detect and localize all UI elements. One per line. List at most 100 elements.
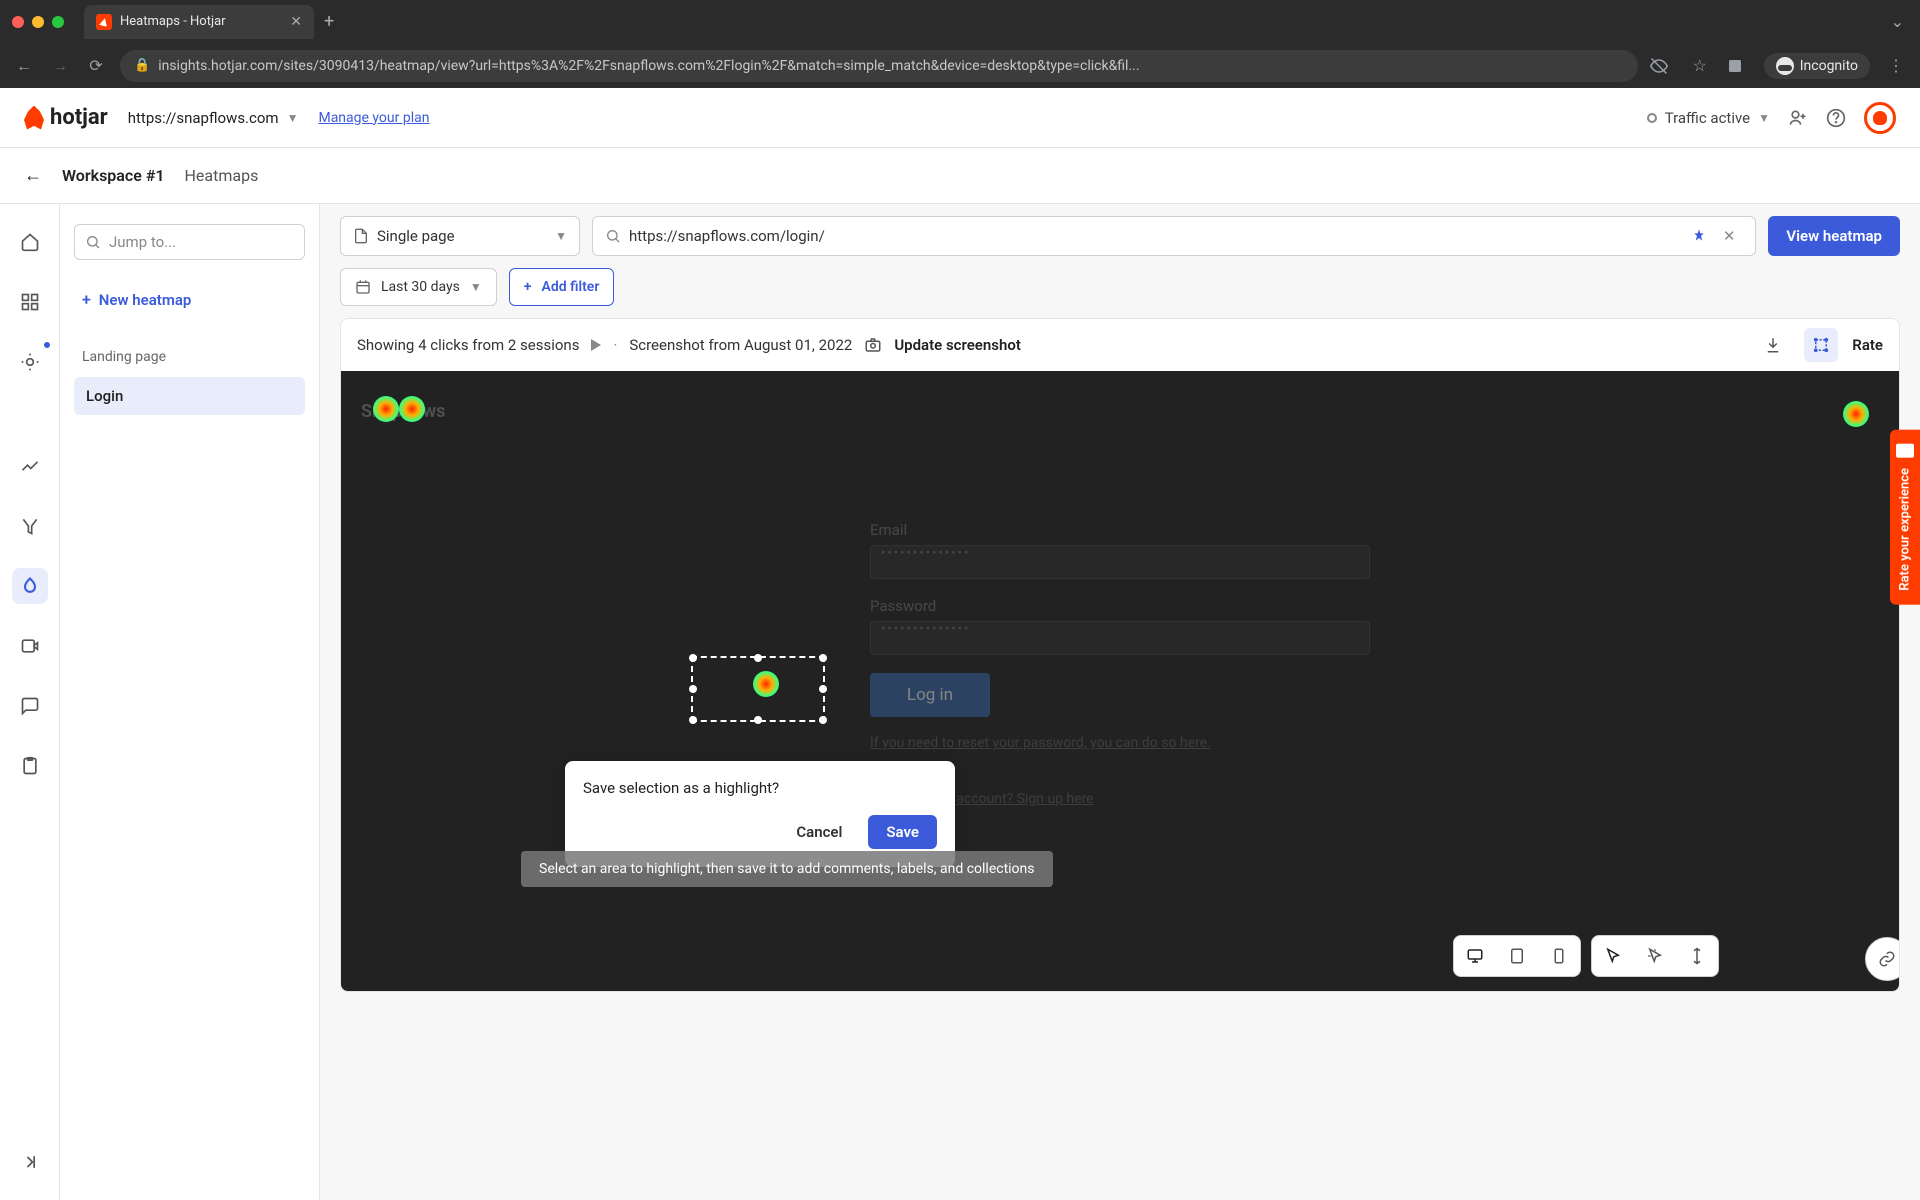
feedback-icon[interactable] — [12, 688, 48, 724]
device-toolbar — [1453, 935, 1719, 977]
scroll-map-icon[interactable] — [1676, 935, 1718, 977]
sidebar-item-login[interactable]: Login — [74, 377, 305, 415]
chevron-down-icon: ▼ — [555, 229, 567, 243]
traffic-status[interactable]: Traffic active ▼ — [1647, 109, 1770, 127]
site-url: https://snapflows.com — [128, 109, 279, 127]
kebab-menu-icon[interactable]: ⋮ — [1884, 56, 1908, 75]
new-tab-button[interactable]: + — [324, 11, 334, 32]
back-icon[interactable]: ← — [12, 56, 36, 76]
funnels-icon[interactable] — [12, 508, 48, 544]
sidebar: Jump to... + New heatmap Landing page Lo… — [60, 204, 320, 1200]
extensions-icon[interactable] — [1726, 57, 1750, 75]
logo-text: hotjar — [50, 105, 108, 130]
click-map-icon[interactable] — [1592, 935, 1634, 977]
view-heatmap-button[interactable]: View heatmap — [1768, 216, 1900, 256]
collapse-rail-icon[interactable] — [12, 1144, 48, 1180]
incognito-badge[interactable]: Incognito — [1764, 53, 1870, 79]
clear-icon[interactable]: ✕ — [1723, 227, 1736, 245]
url-input[interactable]: 🔒 insights.hotjar.com/sites/3090413/heat… — [120, 50, 1638, 82]
move-map-icon[interactable] — [1634, 935, 1676, 977]
update-screenshot-link[interactable]: Update screenshot — [894, 336, 1021, 354]
calendar-icon — [355, 279, 371, 295]
tab-title: Heatmaps - Hotjar — [120, 14, 226, 29]
reload-icon[interactable]: ⟳ — [84, 56, 108, 75]
play-icon[interactable] — [591, 339, 601, 351]
rate-button[interactable]: Rate — [1852, 336, 1883, 354]
user-avatar[interactable] — [1864, 102, 1896, 134]
url-text: insights.hotjar.com/sites/3090413/heatma… — [158, 58, 1624, 74]
search-placeholder: Jump to... — [109, 233, 176, 251]
summary-text: Showing 4 clicks from 2 sessions — [357, 336, 579, 354]
resize-handle[interactable] — [689, 716, 697, 724]
date-range-select[interactable]: Last 30 days ▼ — [340, 268, 497, 306]
dashboard-icon[interactable] — [12, 284, 48, 320]
recordings-icon[interactable] — [12, 628, 48, 664]
subfilter-row: Last 30 days ▼ + Add filter — [340, 268, 1900, 318]
target-url-input[interactable]: https://snapflows.com/login/ ✕ — [592, 216, 1756, 256]
site-selector[interactable]: https://snapflows.com ▼ — [128, 109, 299, 127]
resize-handle[interactable] — [689, 685, 697, 693]
window-controls[interactable] — [12, 16, 64, 28]
browser-tab[interactable]: Heatmaps - Hotjar ✕ — [84, 5, 314, 39]
filters-row: Single page ▼ https://snapflows.com/logi… — [340, 204, 1900, 268]
tablet-icon[interactable] — [1496, 935, 1538, 977]
home-icon[interactable] — [12, 224, 48, 260]
resize-handle[interactable] — [754, 716, 762, 724]
add-filter-button[interactable]: + Add filter — [509, 268, 615, 306]
desktop-icon[interactable] — [1454, 935, 1496, 977]
traffic-label: Traffic active — [1665, 109, 1750, 127]
traffic-dot-icon — [1647, 113, 1657, 123]
close-tab-icon[interactable]: ✕ — [290, 14, 302, 30]
incognito-label: Incognito — [1800, 58, 1858, 74]
chevron-down-icon: ▼ — [1758, 111, 1770, 125]
manage-plan-link[interactable]: Manage your plan — [318, 110, 429, 126]
download-icon[interactable] — [1756, 328, 1790, 362]
help-icon[interactable] — [1826, 108, 1846, 128]
eye-off-icon[interactable] — [1650, 57, 1674, 75]
resize-handle[interactable] — [819, 654, 827, 662]
breadcrumb-workspace[interactable]: Workspace #1 — [62, 166, 165, 185]
maximize-window-icon[interactable] — [52, 16, 64, 28]
address-bar: ← → ⟳ 🔒 insights.hotjar.com/sites/309041… — [0, 43, 1920, 88]
chevron-down-icon: ▼ — [470, 280, 482, 294]
heatmap-viewport[interactable]: Snapflows Email •••••••••••••• Password … — [341, 371, 1899, 991]
trends-icon[interactable] — [12, 448, 48, 484]
separator: · — [613, 336, 617, 354]
new-heatmap-button[interactable]: + New heatmap — [74, 280, 305, 319]
surveys-icon[interactable] — [12, 748, 48, 784]
search-input[interactable]: Jump to... — [74, 224, 305, 260]
highlight-tool-icon[interactable] — [1804, 328, 1838, 362]
date-range-label: Last 30 days — [381, 279, 460, 295]
hotjar-logo[interactable]: hotjar — [24, 105, 108, 130]
close-window-icon[interactable] — [12, 16, 24, 28]
breadcrumb-bar: ← Workspace #1 Heatmaps — [0, 148, 1920, 204]
dark-overlay — [341, 371, 1899, 991]
heatmaps-icon[interactable] — [12, 568, 48, 604]
hotjar-favicon-icon — [96, 14, 112, 30]
flame-icon — [24, 106, 44, 130]
target-url-text: https://snapflows.com/login/ — [629, 227, 1683, 245]
breadcrumb-page: Heatmaps — [185, 166, 259, 185]
star-icon[interactable]: ☆ — [1688, 56, 1712, 75]
page-mode-select[interactable]: Single page ▼ — [340, 216, 580, 256]
back-arrow-icon[interactable]: ← — [24, 165, 42, 186]
invite-user-icon[interactable] — [1788, 108, 1808, 128]
tabs-dropdown-icon[interactable]: ⌄ — [1891, 12, 1904, 31]
save-button[interactable]: Save — [868, 815, 937, 849]
rate-experience-tab[interactable]: Rate your experience — [1890, 430, 1920, 605]
heat-spot — [399, 396, 425, 422]
cancel-button[interactable]: Cancel — [782, 815, 856, 849]
resize-handle[interactable] — [689, 654, 697, 662]
highlight-selection[interactable] — [691, 656, 825, 722]
resize-handle[interactable] — [754, 654, 762, 662]
card-header: Showing 4 clicks from 2 sessions · Scree… — [341, 319, 1899, 371]
pin-icon[interactable] — [1691, 228, 1707, 244]
plus-icon: + — [82, 290, 91, 309]
resize-handle[interactable] — [819, 716, 827, 724]
highlights-icon[interactable] — [12, 344, 48, 380]
resize-handle[interactable] — [819, 685, 827, 693]
sidebar-section-label: Landing page — [74, 343, 305, 371]
minimize-window-icon[interactable] — [32, 16, 44, 28]
app-header: hotjar https://snapflows.com ▼ Manage yo… — [0, 88, 1920, 148]
mobile-icon[interactable] — [1538, 935, 1580, 977]
